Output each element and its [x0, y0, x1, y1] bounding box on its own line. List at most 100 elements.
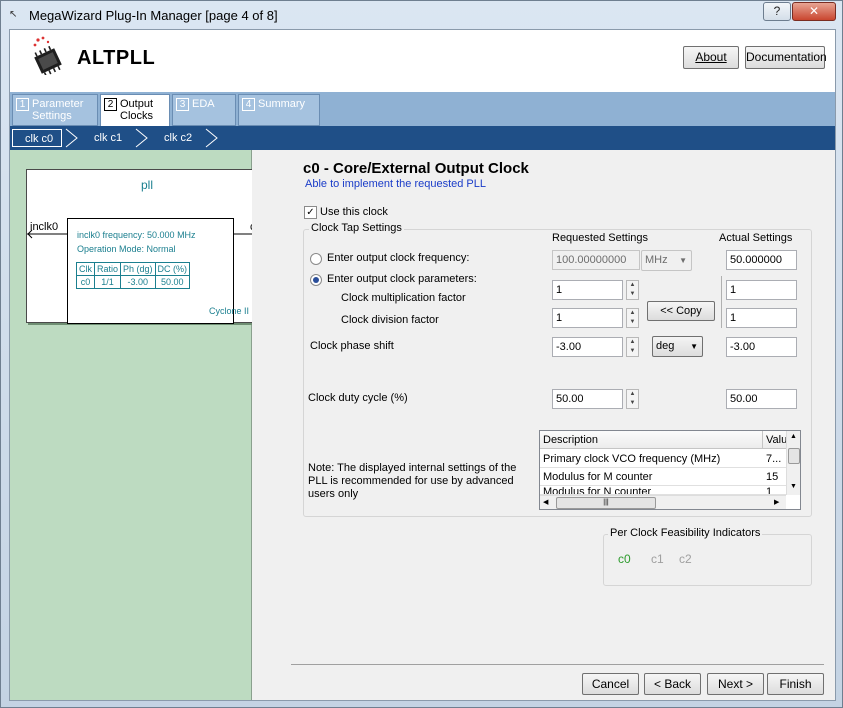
documentation-button[interactable]: Documentation [745, 46, 827, 69]
division-factor-label: Clock division factor [341, 314, 439, 326]
feasibility-c1: c1 [651, 552, 664, 566]
page-title: c0 - Core/External Output Clock [303, 160, 529, 177]
actual-multiplication-field: 1 [726, 280, 797, 300]
status-message: Able to implement the requested PLL [305, 178, 487, 190]
subtab-clk-c2[interactable]: clk c2 [152, 129, 210, 147]
about-button[interactable]: About [683, 46, 739, 69]
actual-settings-header: Actual Settings [719, 232, 793, 244]
cancel-button[interactable]: Cancel [582, 673, 639, 695]
phase-unit-select[interactable]: deg ▼ [652, 336, 703, 357]
table-header: DC (%) [154, 262, 191, 276]
feasibility-c2: c2 [679, 552, 692, 566]
scroll-thumb[interactable]: ||| [556, 497, 656, 509]
table-cell: 50.00 [154, 275, 191, 289]
scroll-left-icon[interactable]: ◀ [543, 498, 548, 506]
clock-summary-table: Clk Ratio Ph (dg) DC (%) c0 1/1 -3.00 50… [76, 262, 191, 289]
tab-eda[interactable]: 3 EDA [172, 94, 236, 126]
feasibility-label: Per Clock Feasibility Indicators [608, 527, 763, 539]
group-label: Clock Tap Settings [309, 222, 404, 234]
feasibility-group [603, 534, 812, 586]
scroll-down-icon[interactable]: ▼ [790, 483, 797, 490]
finish-button[interactable]: Finish [767, 673, 824, 695]
wizard-tabs: 1 Parameter Settings 2 Output Clocks 3 EDA… [10, 92, 835, 127]
tab-parameter-settings[interactable]: 1 Parameter Settings [12, 94, 98, 126]
pll-block: pll inclk0 c0 inclk0 frequency: 50.000 M… [26, 169, 268, 324]
actual-duty-field: 50.00 [726, 389, 797, 409]
frequency-option-label: Enter output clock frequency: [327, 252, 470, 264]
advanced-note: Note: The displayed internal settings of… [308, 462, 517, 500]
table-row[interactable]: Modulus for M counter 15 [540, 469, 786, 486]
phase-shift-input[interactable]: -3.00 [552, 337, 623, 357]
phase-shift-spinner[interactable]: ▲ ▼ [626, 337, 639, 357]
column-header-value[interactable]: Valu [766, 434, 787, 446]
tab-number: 1 [16, 98, 29, 111]
tab-summary[interactable]: 4 Summary [238, 94, 320, 126]
header: ALTPLL About Documentation [10, 30, 835, 92]
subtab-clk-c0[interactable]: clk c0 [12, 129, 62, 147]
actual-division-field: 1 [726, 308, 797, 328]
device-family: Cyclone II [209, 306, 250, 316]
feasibility-c0: c0 [618, 552, 631, 566]
client-area: ALTPLL About Documentation 1 Parameter Se… [9, 29, 836, 701]
bracket-line [721, 276, 722, 328]
duty-cycle-label: Clock duty cycle (%) [308, 392, 408, 404]
back-button[interactable]: < Back [644, 673, 701, 695]
chevron-right-icon [65, 128, 78, 148]
requested-settings-header: Requested Settings [552, 232, 649, 244]
tab-number: 3 [176, 98, 189, 111]
duty-cycle-spinner[interactable]: ▲ ▼ [626, 389, 639, 409]
operation-mode: Operation Mode: Normal [77, 244, 176, 254]
tab-number: 2 [104, 98, 117, 111]
chevron-right-icon [135, 128, 148, 148]
actual-frequency-field: 50.000000 [726, 250, 797, 270]
use-clock-label: Use this clock [320, 206, 388, 218]
table-cell: 1/1 [93, 275, 122, 289]
division-factor-input[interactable]: 1 [552, 308, 623, 328]
window-title: MegaWizard Plug-In Manager [page 4 of 8] [29, 8, 278, 23]
close-button[interactable]: ✕ [792, 2, 836, 21]
subtab-clk-c1[interactable]: clk c1 [82, 129, 140, 147]
column-header-description[interactable]: Description [543, 434, 598, 446]
multiplication-factor-input[interactable]: 1 [552, 280, 623, 300]
frequency-unit-select[interactable]: MHz ▼ [641, 250, 692, 271]
title-bar: ↖ MegaWizard Plug-In Manager [page 4 of … [1, 1, 843, 29]
next-button[interactable]: Next > [707, 673, 764, 695]
table-header-row: Description Valu [540, 431, 787, 449]
table-cell: -3.00 [120, 275, 156, 289]
app-icon: ↖ [9, 9, 18, 20]
altera-chip-icon [33, 36, 62, 75]
multiplication-factor-spinner[interactable]: ▲ ▼ [626, 280, 639, 300]
footer-separator [291, 664, 824, 665]
tab-number: 4 [242, 98, 255, 111]
scroll-right-icon[interactable]: ▶ [774, 498, 779, 506]
scroll-thumb[interactable] [788, 448, 800, 464]
table-header: Ph (dg) [120, 262, 156, 276]
parameters-option-label: Enter output clock parameters: [327, 273, 477, 285]
vertical-scrollbar[interactable]: ▲ ▼ [786, 431, 800, 495]
chevron-right-icon [205, 128, 218, 148]
division-factor-spinner[interactable]: ▲ ▼ [626, 308, 639, 328]
tab-output-clocks[interactable]: 2 Output Clocks [100, 94, 170, 127]
table-header: Ratio [93, 262, 122, 276]
chevron-down-icon: ▼ [690, 342, 698, 351]
duty-cycle-input[interactable]: 50.00 [552, 389, 623, 409]
parameters-radio[interactable] [310, 274, 322, 286]
product-title: ALTPLL [77, 47, 156, 69]
scroll-up-icon[interactable]: ▲ [790, 433, 797, 440]
use-clock-checkbox[interactable]: ✓ [304, 206, 317, 219]
table-row[interactable]: Primary clock VCO frequency (MHz) 7... [540, 451, 786, 468]
phase-shift-label: Clock phase shift [310, 340, 394, 352]
internal-settings-table[interactable]: Description Valu Primary clock VCO frequ… [539, 430, 801, 510]
input-frequency: inclk0 frequency: 50.000 MHz [77, 230, 196, 240]
copy-button[interactable]: << Copy [647, 301, 715, 321]
wizard-window: ↖ MegaWizard Plug-In Manager [page 4 of … [0, 0, 843, 708]
pll-title: pll [140, 178, 153, 192]
horizontal-scrollbar[interactable]: ◀ ||| ▶ [540, 495, 786, 509]
requested-frequency-input[interactable]: 100.00000000 [552, 250, 640, 270]
frequency-radio[interactable] [310, 253, 322, 265]
help-button[interactable]: ? [763, 2, 791, 21]
block-diagram-panel: pll inclk0 c0 inclk0 frequency: 50.000 M… [10, 150, 268, 700]
chevron-down-icon: ▼ [679, 256, 687, 265]
multiplication-factor-label: Clock multiplication factor [341, 292, 466, 304]
table-row[interactable]: Modulus for N counter 1 [540, 487, 786, 495]
